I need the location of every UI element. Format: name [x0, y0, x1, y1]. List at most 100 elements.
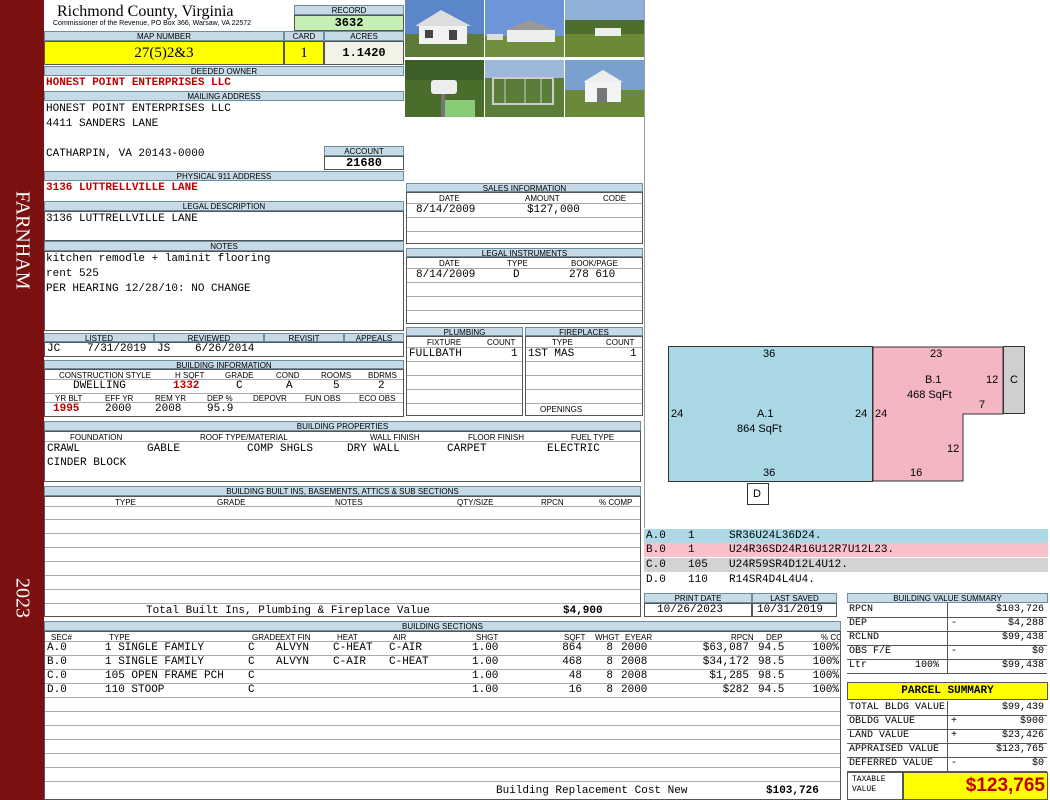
- sidebar: [0, 0, 44, 800]
- ecoobs-header: ECO OBS: [359, 394, 396, 403]
- depovr-header: DEPOVR: [253, 394, 287, 403]
- parcel-summary-value: $900: [1019, 716, 1044, 727]
- sales-date-header: DATE: [439, 194, 460, 203]
- section-row-0-col-10: $63,087: [702, 642, 749, 654]
- instruments-date-header: DATE: [439, 259, 460, 268]
- sketch-b-right2-dim: 12: [947, 443, 960, 455]
- value-summary-row: RCLND $99,438: [847, 631, 1047, 646]
- legend-c-num: 105: [688, 559, 708, 571]
- last-saved-box: 10/31/2019: [752, 603, 837, 617]
- sketch-d-label: D: [753, 488, 761, 500]
- value-summary-row: OBS F/E - $0: [847, 645, 1047, 660]
- builtins-notes-header: NOTES: [335, 498, 363, 507]
- parcel-summary-label: APPRAISED VALUE: [849, 744, 940, 755]
- instruments-date: 8/14/2009: [416, 269, 476, 281]
- section-row-0-col-12: 100%: [812, 642, 839, 654]
- sections-header-4: HEAT: [337, 633, 358, 642]
- bdrms: 2: [378, 380, 385, 392]
- funobs-header: FUN OBS: [305, 394, 341, 403]
- sales-amount-header: AMOUNT: [525, 194, 560, 203]
- value-summary-label: RCLND: [849, 632, 880, 643]
- section-row-2-col-0: C.0: [47, 670, 67, 682]
- plumbing-count: 1: [511, 348, 518, 360]
- reviewed-header: REVIEWED: [154, 333, 264, 342]
- appeals-header: APPEALS: [344, 333, 404, 342]
- section-row-0-col-1: 1 SINGLE FAMILY: [105, 642, 205, 654]
- building-sections-header: BUILDING SECTIONS: [44, 621, 841, 631]
- legal-description: 3136 LUTTRELLVILLE LANE: [46, 213, 198, 225]
- year-built: 1995: [53, 403, 80, 415]
- instruments-header: LEGAL INSTRUMENTS: [406, 248, 643, 257]
- section-row-3-col-8: 8: [606, 684, 613, 696]
- sketch-a-label: A.1: [757, 408, 774, 420]
- section-row-0-col-2: C: [248, 642, 255, 654]
- mailing-address-header: MAILING ADDRESS: [44, 91, 404, 101]
- section-row-0-col-7: 864: [562, 642, 582, 654]
- print-date: 10/26/2023: [657, 604, 724, 616]
- sketch-b-left-dim: 24: [875, 408, 888, 420]
- section-row-1-col-2: C: [248, 656, 255, 668]
- builtins-comp-header: % COMP: [599, 498, 633, 507]
- sections-header-5: AIR: [393, 633, 407, 642]
- section-row-2-col-11: 98.5: [758, 670, 785, 682]
- deeded-owner-header: DEEDED OWNER: [44, 66, 404, 76]
- sketch-a-left-dim: 24: [671, 408, 684, 420]
- section-row-1-col-1: 1 SINGLE FAMILY: [105, 656, 205, 668]
- openings-label: OPENINGS: [540, 405, 583, 414]
- fireplaces-header: FIREPLACES: [525, 327, 643, 336]
- photo-mailbox[interactable]: [405, 60, 484, 117]
- value-summary-header: BUILDING VALUE SUMMARY: [847, 593, 1048, 603]
- sketch-a-right-dim: 24: [855, 408, 868, 420]
- section-row-1-col-6: 1.00: [472, 656, 499, 668]
- builtins-qty-header: QTY/SIZE: [457, 498, 494, 507]
- section-row-3-col-12: 100%: [812, 684, 839, 696]
- builtins-header: BUILDING BUILT INS, BASEMENTS, ATTICS & …: [44, 486, 641, 496]
- section-row-0-col-9: 2000: [621, 642, 648, 654]
- parcel-summary-value: $99,439: [1001, 702, 1044, 713]
- review-row: JC 7/31/2019 JS 6/26/2014: [44, 342, 404, 357]
- cond: A: [286, 380, 293, 392]
- photo-shed[interactable]: [565, 60, 644, 117]
- fireplaces-box: TYPE COUNT 1ST MAS 1 OPENINGS: [525, 336, 643, 416]
- section-row-0-col-0: A.0: [47, 642, 67, 654]
- hsqft-header: H SQFT: [175, 371, 205, 380]
- builtins-total-label: Total Built Ins, Plumbing & Fireplace Va…: [146, 605, 430, 617]
- section-row-1-col-7: 468: [562, 656, 582, 668]
- sales-box: DATE AMOUNT CODE 8/14/2009 $127,000: [406, 192, 643, 244]
- physical-address-header: PHYSICAL 911 ADDRESS: [44, 171, 404, 181]
- rooms-header: ROOMS: [321, 371, 352, 380]
- last-saved: 10/31/2019: [757, 604, 824, 616]
- section-row-2-col-2: C: [248, 670, 255, 682]
- fuel-type: ELECTRIC: [547, 443, 600, 455]
- section-row-1-col-5: C-HEAT: [389, 656, 429, 668]
- acres-value: 1.1420: [324, 41, 404, 65]
- map-number-header: MAP NUMBER: [44, 31, 284, 41]
- hsqft: 1332: [173, 380, 200, 392]
- photo-house-distant[interactable]: [565, 0, 644, 57]
- section-row-2-col-10: $1,285: [709, 670, 749, 682]
- building-info-header: BUILDING INFORMATION: [44, 360, 404, 369]
- sketch-a-area: 864 SqFt: [737, 423, 782, 435]
- legend-row-b: B.0 1 U24R36SD24R16U12R7U12L23.: [644, 543, 1048, 557]
- parcel-summary-row: LAND VALUE + $23,426: [847, 729, 1047, 744]
- instruments-book-header: BOOK/PAGE: [571, 259, 618, 268]
- photo-house-side[interactable]: [485, 0, 564, 57]
- instruments-box: DATE TYPE BOOK/PAGE 8/14/2009 D 278 610: [406, 257, 643, 324]
- parcel-summary-value: $23,426: [1001, 730, 1044, 741]
- print-date-header: PRINT DATE: [644, 593, 752, 603]
- replacement-cost-label: Building Replacement Cost New: [496, 785, 688, 797]
- photo-house-front[interactable]: [405, 0, 484, 57]
- sections-header-7: SQFT: [564, 633, 586, 642]
- plumbing-count-header: COUNT: [487, 338, 516, 347]
- sketch-area: 36 24 24 36 A.1 864 SqFt 23 24 12 12 7 1…: [644, 0, 1050, 528]
- dep-header: DEP %: [207, 394, 233, 403]
- parcel-summary-value: $123,765: [995, 744, 1044, 755]
- section-row-3-col-1: 110 STOOP: [105, 684, 165, 696]
- value-summary-label: Ltr: [849, 660, 868, 671]
- photo-fence[interactable]: [485, 60, 564, 117]
- section-row-3-col-2: C: [248, 684, 255, 696]
- plumbing-fixture-header: FIXTURE: [427, 338, 462, 347]
- section-row-2-col-1: 105 OPEN FRAME PCH: [105, 670, 224, 682]
- replacement-cost-value: $103,726: [766, 785, 819, 797]
- mailing-line-3: CATHARPIN, VA 20143-0000: [46, 148, 205, 160]
